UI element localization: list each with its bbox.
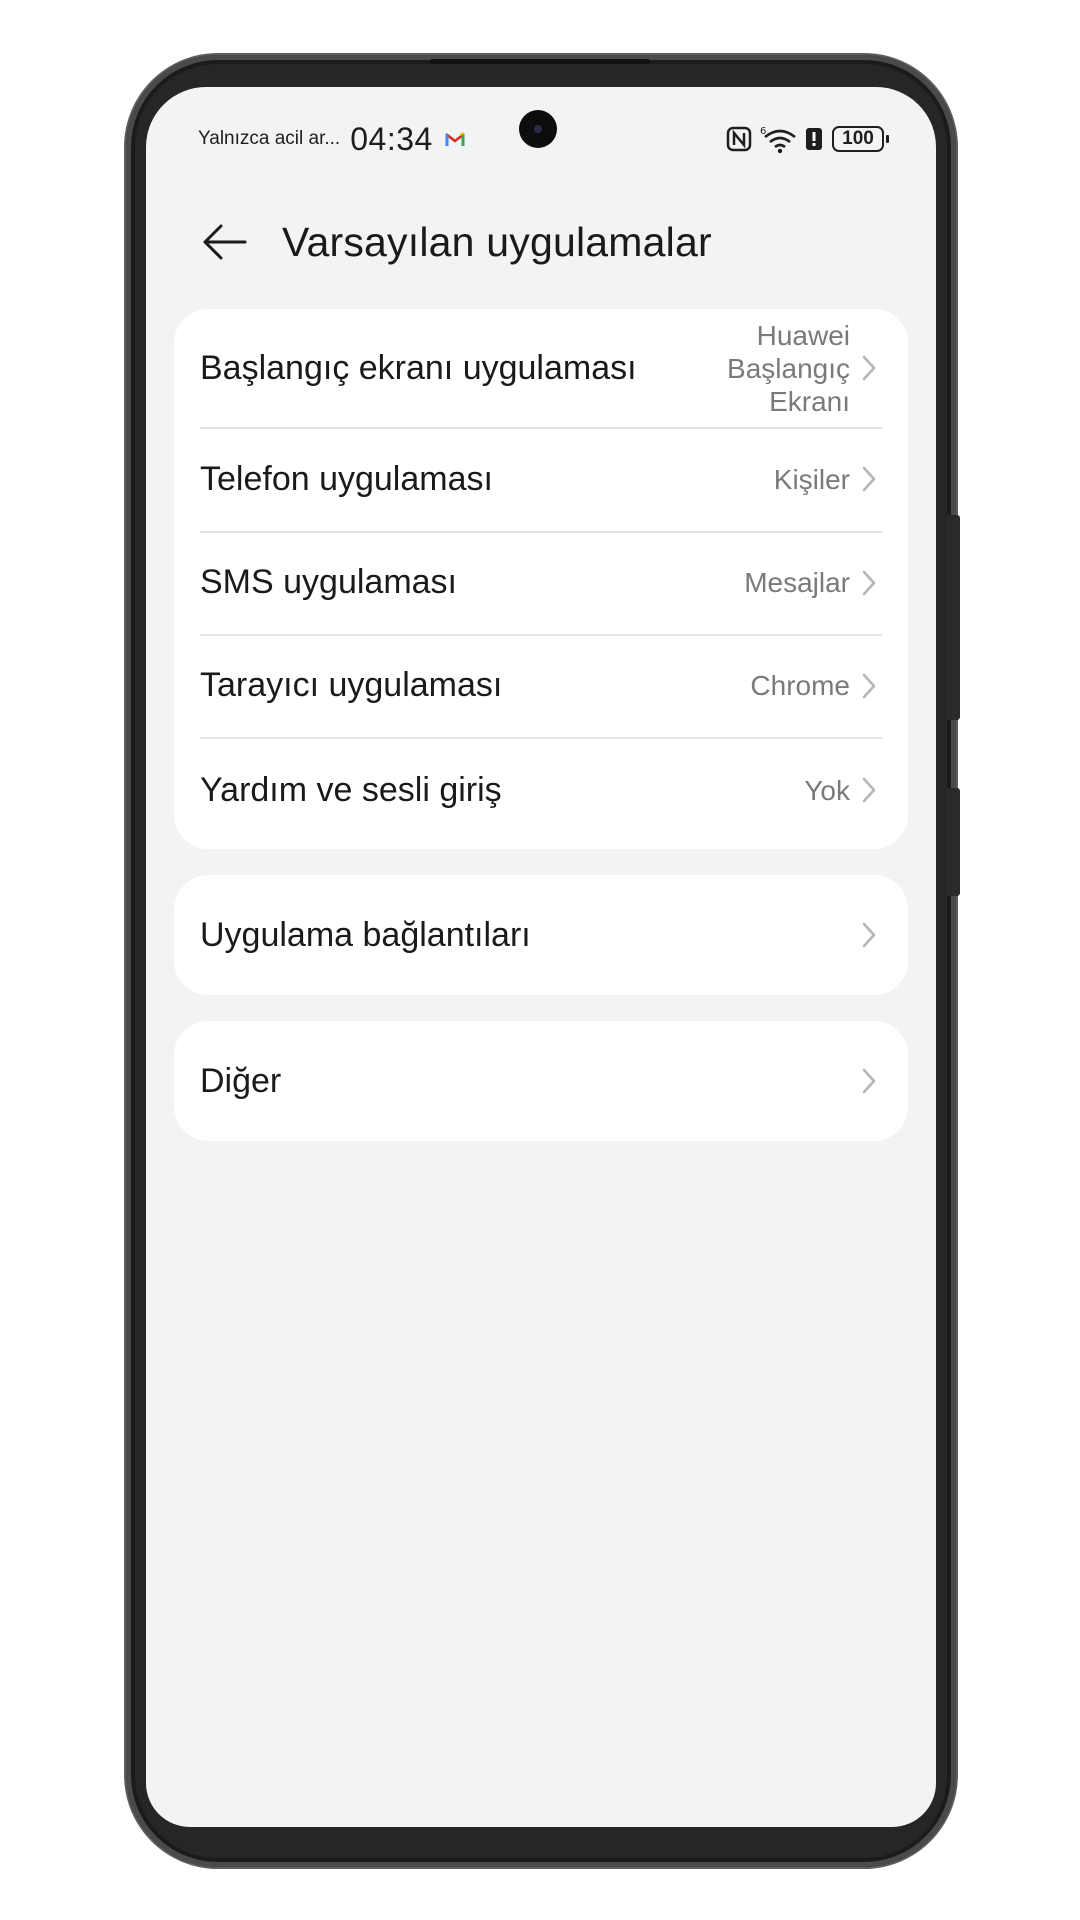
other-card: Diğer (174, 1021, 908, 1141)
status-time: 04:34 (350, 120, 433, 157)
chevron-right-icon (862, 466, 876, 492)
gmail-icon (444, 132, 465, 146)
battery-icon: 100 (832, 126, 889, 152)
status-bar-right: 6 100 (726, 119, 889, 159)
assist-voice-input-label: Yardım ve sesli giriş (200, 770, 502, 809)
browser-app-label: Tarayıcı uygulaması (200, 666, 503, 704)
phone-app-label: Telefon uygulaması (200, 459, 493, 498)
volume-button (946, 515, 960, 720)
home-screen-app-value: Huawei Başlangıç Ekranı (700, 319, 850, 418)
sms-app-item[interactable]: SMS uygulaması Mesajlar (174, 531, 908, 634)
assist-voice-input-item[interactable]: Yardım ve sesli giriş Yok (174, 737, 908, 843)
phone-app-item[interactable]: Telefon uygulaması Kişiler (174, 427, 908, 531)
chevron-right-icon (862, 1068, 876, 1094)
chevron-right-icon (862, 355, 876, 381)
sms-app-label: SMS uygulaması (200, 563, 457, 601)
other-label: Diğer (200, 1061, 282, 1100)
other-item[interactable]: Diğer (174, 1021, 908, 1141)
power-button (946, 788, 960, 896)
chevron-right-icon (862, 922, 876, 948)
page-title: Varsayılan uygulamalar (282, 218, 712, 265)
back-button[interactable] (196, 214, 252, 270)
chevron-right-icon (862, 673, 876, 698)
app-links-card: Uygulama bağlantıları (174, 875, 908, 995)
app-bar: Varsayılan uygulamalar (196, 202, 712, 282)
home-screen-app-value-line: Ekranı (769, 385, 850, 417)
front-camera (519, 110, 557, 148)
battery-saver-icon (806, 128, 822, 150)
home-screen-app-value-line: Başlangıç (727, 352, 850, 384)
home-screen-app-item[interactable]: Başlangıç ekranı uygulaması Huawei Başla… (174, 309, 908, 427)
nfc-icon (726, 126, 752, 152)
chevron-right-icon (862, 570, 876, 595)
speaker-grille (430, 59, 650, 64)
app-links-item[interactable]: Uygulama bağlantıları (174, 875, 908, 995)
app-links-label: Uygulama bağlantıları (200, 915, 531, 954)
screen: Yalnızca acil ar... 04:34 6 100 Varsayıl… (146, 87, 936, 1827)
chevron-right-icon (862, 777, 876, 803)
home-screen-app-label: Başlangıç ekranı uygulaması (200, 348, 637, 387)
home-screen-app-value-line: Huawei (756, 319, 850, 351)
arrow-left-icon (203, 224, 247, 260)
phone-app-value: Kişiler (773, 463, 850, 495)
assist-voice-input-value: Yok (804, 774, 850, 806)
status-notice: Yalnızca acil ar... (198, 128, 341, 149)
browser-app-item[interactable]: Tarayıcı uygulaması Chrome (174, 634, 908, 737)
sms-app-value: Mesajlar (744, 567, 850, 598)
status-bar-left: Yalnızca acil ar... 04:34 (198, 117, 465, 161)
wifi-6-icon: 6 (760, 126, 796, 154)
browser-app-value: Chrome (750, 670, 850, 701)
battery-level: 100 (842, 128, 874, 149)
default-apps-card: Başlangıç ekranı uygulaması Huawei Başla… (174, 309, 908, 849)
